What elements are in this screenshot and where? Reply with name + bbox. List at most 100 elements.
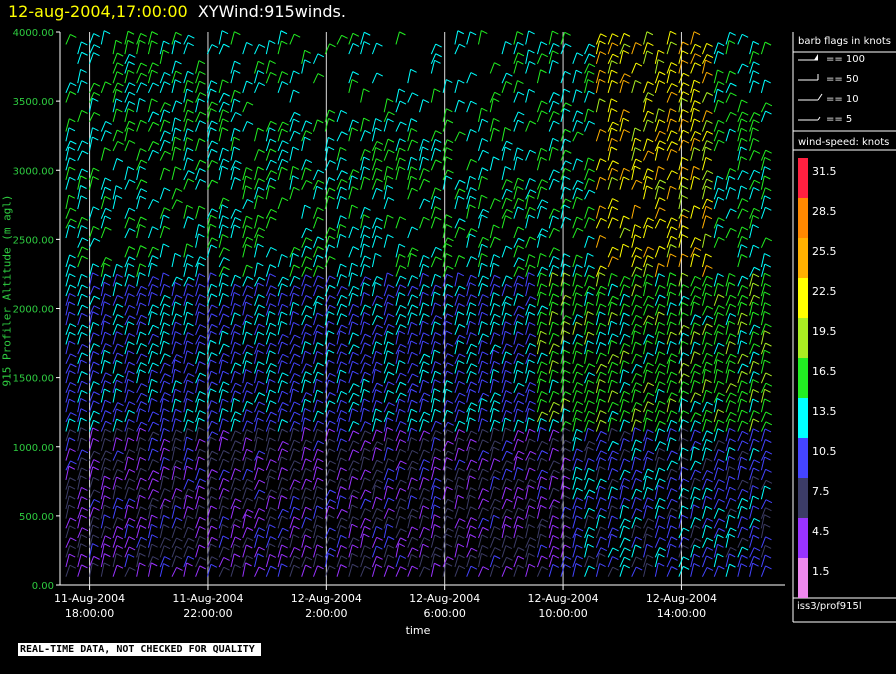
wind-barb-flag	[517, 293, 524, 297]
wind-barb	[477, 108, 482, 122]
wind-barb-flag	[281, 563, 288, 568]
wind-barb	[124, 469, 130, 481]
wind-barb	[631, 315, 637, 326]
wind-barb-flag	[575, 533, 582, 538]
wind-barb-flag	[518, 392, 525, 397]
wind-barb-flag	[305, 478, 313, 483]
wind-barb-flag	[671, 83, 678, 87]
wind-barb-flag	[669, 69, 677, 74]
wind-barb-flag	[457, 543, 465, 548]
wind-barb-flag	[541, 391, 548, 395]
wind-barb	[525, 236, 531, 248]
wind-barb-flag	[399, 360, 406, 364]
wind-barb-flag	[458, 565, 466, 570]
wind-barb-flag	[198, 485, 205, 490]
wind-barb-flag	[341, 286, 348, 290]
wind-barb-flag	[635, 566, 643, 571]
wind-barb-flag	[105, 372, 112, 377]
wind-barb-flag	[105, 121, 112, 125]
wind-barb-flag	[186, 340, 194, 345]
wind-barb	[607, 217, 613, 229]
wind-barb-flag	[211, 208, 219, 213]
wind-barb	[395, 100, 401, 113]
wind-barb	[584, 206, 589, 219]
wind-barb-flag	[682, 91, 690, 96]
wind-barb-flag	[482, 208, 490, 213]
wind-barb-flag	[576, 527, 584, 532]
wind-barb-flag	[493, 427, 500, 432]
wind-barb	[489, 198, 495, 210]
wind-barb	[572, 120, 578, 132]
wind-barb-flag	[328, 400, 336, 405]
wind-barb-flag	[199, 410, 206, 415]
wind-barb-flag	[187, 118, 194, 123]
wind-barb-flag	[199, 120, 206, 125]
wind-barb-flag	[186, 88, 194, 93]
wind-barb	[666, 62, 672, 74]
wind-barb-flag	[269, 332, 277, 336]
wind-barb-flag	[258, 516, 265, 521]
wind-barb-flag	[611, 167, 619, 172]
wind-barb-flag	[351, 552, 358, 557]
wind-barb-flag	[93, 305, 101, 310]
wind-barb-flag	[575, 69, 583, 74]
wind-barb-flag	[635, 314, 643, 319]
wind-barb-flag	[493, 458, 501, 462]
wind-barb	[277, 140, 283, 152]
wind-barb	[690, 429, 696, 442]
wind-barb-flag	[245, 320, 252, 325]
wind-barb-flag	[563, 475, 571, 480]
wind-barb	[112, 82, 118, 94]
wind-barb	[595, 420, 601, 432]
wind-barb-flag	[104, 186, 112, 191]
wind-barb	[666, 499, 672, 510]
wind-barb-flag	[693, 107, 700, 112]
wind-barb	[195, 468, 200, 481]
wind-barb-flag	[588, 372, 595, 377]
wind-barb-flag	[128, 478, 136, 483]
wind-barb-flag	[410, 118, 418, 123]
wind-barb	[536, 441, 543, 452]
wind-barb-flag	[258, 304, 265, 309]
wind-barb-flag	[505, 41, 512, 45]
wind-barb	[477, 195, 482, 210]
wind-barb-flag	[340, 545, 347, 549]
wind-barb	[324, 177, 330, 190]
wind-barb-flag	[635, 419, 642, 424]
wind-barb-flag	[457, 30, 465, 35]
wind-barb-flag	[328, 342, 336, 347]
wind-barb-flag	[492, 98, 500, 103]
wind-barb-flag	[683, 527, 690, 532]
wind-barb-flag	[682, 478, 690, 483]
wind-barb-flag	[93, 33, 100, 37]
wind-barb-flag	[528, 359, 535, 364]
wind-barb-flag	[376, 303, 383, 308]
wind-barb-flag	[576, 52, 584, 57]
wind-barb-flag	[505, 197, 513, 202]
wind-barb-flag	[646, 97, 653, 102]
wind-barb-flag	[398, 398, 406, 403]
wind-barb-flag	[293, 89, 300, 94]
wind-barb	[666, 130, 672, 142]
wind-barb	[89, 82, 95, 94]
wind-barb-flag	[139, 302, 147, 307]
wind-barb	[265, 363, 272, 374]
wind-barb-flag	[222, 495, 229, 500]
wind-barb-flag	[70, 353, 77, 358]
wind-barb-flag	[682, 139, 690, 144]
wind-barb-flag	[352, 292, 359, 297]
wind-barb-flag	[304, 204, 311, 209]
wind-barb-flag	[588, 120, 596, 125]
wind-barb	[631, 80, 636, 93]
wind-barb-flag	[434, 447, 442, 452]
wind-barb-flag	[328, 359, 335, 364]
wind-barb-flag	[635, 372, 643, 377]
wind-barb-flag	[257, 195, 264, 200]
wind-barb-flag	[599, 552, 606, 557]
wind-barb-flag	[634, 234, 642, 239]
wind-barb-flag	[681, 59, 689, 64]
wind-barb-flag	[329, 468, 336, 473]
wind-barb	[654, 179, 661, 190]
wind-barb	[230, 31, 235, 45]
wind-barb-flag	[69, 448, 76, 452]
